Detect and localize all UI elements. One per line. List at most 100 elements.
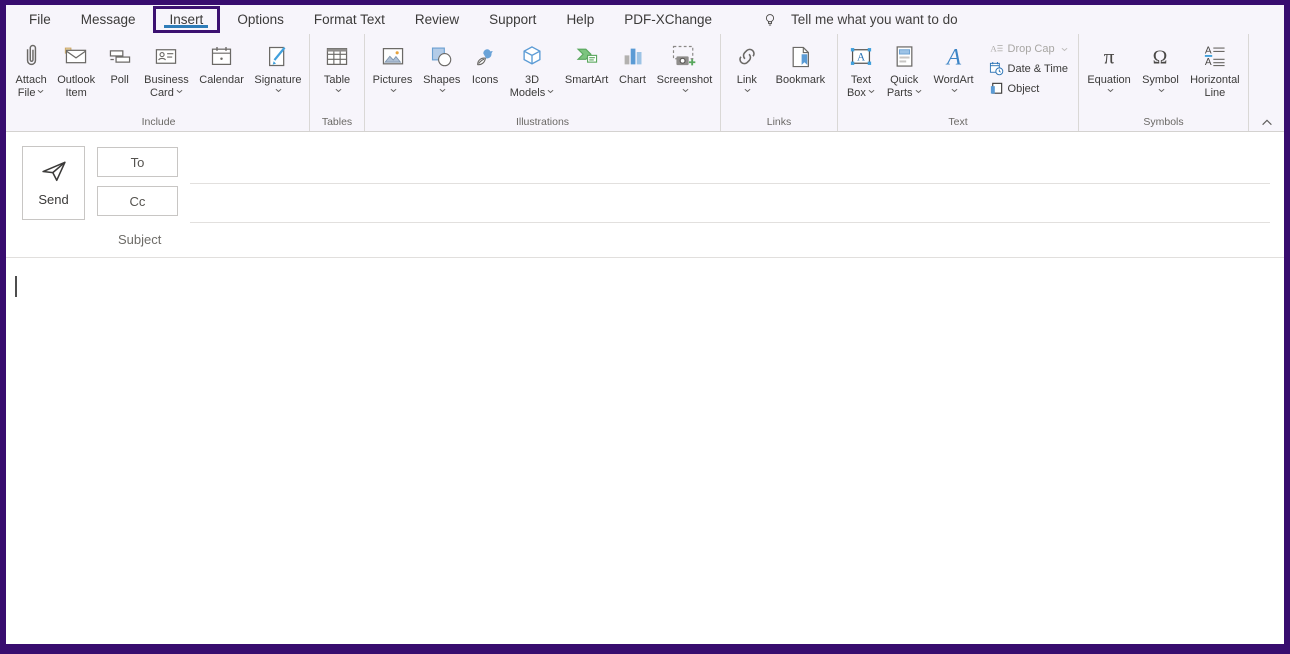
chevron-down-icon (1158, 88, 1165, 93)
to-button[interactable]: To (97, 147, 178, 177)
screenshot-icon (669, 39, 699, 74)
tab-insert-highlight-box: Insert (153, 6, 221, 33)
cc-field[interactable] (190, 222, 1270, 223)
drop-cap-button[interactable]: A Drop Cap (989, 42, 1069, 56)
outlook-compose-window: File Message Insert Options Format Text … (0, 0, 1290, 654)
tab-help[interactable]: Help (551, 5, 609, 34)
group-label-symbols: Symbols (1079, 116, 1248, 131)
chevron-down-icon (682, 88, 689, 93)
ribbon-group-symbols: π Equation Ω Symbol AA Horizontal (1079, 34, 1249, 131)
group-label-text: Text (838, 116, 1078, 131)
calendar-button[interactable]: Calendar (196, 37, 247, 89)
collapse-ribbon-button[interactable] (1260, 118, 1274, 127)
signature-icon (264, 39, 291, 74)
quick-parts-button[interactable]: Quick Parts (884, 37, 925, 102)
group-label-include: Include (8, 116, 309, 131)
chevron-down-icon (439, 88, 446, 93)
date-time-icon (989, 61, 1004, 76)
send-button[interactable]: Send (22, 146, 85, 220)
tell-me-label: Tell me what you want to do (791, 12, 958, 27)
date-time-button[interactable]: Date & Time (989, 61, 1069, 76)
cc-button[interactable]: Cc (97, 186, 178, 216)
text-cursor (15, 276, 17, 297)
business-card-icon (152, 39, 180, 74)
shapes-button[interactable]: Shapes (420, 37, 463, 95)
to-field[interactable] (190, 183, 1270, 184)
tab-pdf-xchange[interactable]: PDF-XChange (609, 5, 727, 34)
subject-label: Subject (118, 232, 161, 247)
pictures-icon (379, 39, 407, 74)
bookmark-icon (787, 39, 814, 74)
business-card-button[interactable]: Business Card (141, 37, 192, 102)
calendar-icon (208, 39, 235, 74)
lightbulb-icon (761, 10, 779, 30)
message-header-area: Send To Cc Subject (6, 132, 1284, 258)
icons-button[interactable]: Icons (468, 37, 502, 89)
tab-review[interactable]: Review (400, 5, 474, 34)
tab-file[interactable]: File (14, 5, 66, 34)
table-button[interactable]: Table (320, 37, 354, 95)
ribbon-group-include: Attach File Outlook Item Poll (8, 34, 310, 131)
equation-icon: π (1095, 39, 1123, 74)
insert-ribbon: Attach File Outlook Item Poll (6, 34, 1284, 132)
bookmark-button[interactable]: Bookmark (773, 37, 829, 89)
ribbon-group-text: A Text Box Quick Parts A WordArt (838, 34, 1079, 131)
signature-button[interactable]: Signature (251, 37, 304, 95)
object-button[interactable]: Object (989, 81, 1069, 96)
chevron-down-icon (1107, 88, 1114, 93)
symbol-button[interactable]: Ω Symbol (1139, 37, 1182, 95)
chart-icon (619, 39, 646, 74)
smartart-icon (573, 39, 601, 74)
tab-support[interactable]: Support (474, 5, 551, 34)
link-button[interactable]: Link (730, 37, 764, 95)
tab-options[interactable]: Options (222, 5, 299, 34)
object-icon (989, 81, 1004, 96)
text-box-button[interactable]: A Text Box (844, 37, 878, 102)
chevron-down-icon (176, 89, 183, 94)
horizontal-line-button[interactable]: AA Horizontal Line (1187, 37, 1243, 102)
paperclip-icon (18, 39, 45, 74)
shapes-icon (428, 39, 455, 74)
tell-me-box[interactable]: Tell me what you want to do (761, 5, 958, 34)
group-label-illustrations: Illustrations (365, 116, 720, 131)
chevron-down-icon (390, 88, 397, 93)
outlook-item-icon (62, 39, 90, 74)
chevron-down-icon (547, 89, 554, 94)
ribbon-tab-bar: File Message Insert Options Format Text … (6, 5, 1284, 34)
attach-file-button[interactable]: Attach File (13, 37, 50, 102)
chart-button[interactable]: Chart (616, 37, 649, 89)
icons-icon (471, 39, 499, 74)
link-icon (733, 39, 761, 74)
3d-models-button[interactable]: 3D Models (507, 37, 557, 102)
pictures-button[interactable]: Pictures (370, 37, 416, 95)
ribbon-group-links: Link Bookmark Links (721, 34, 838, 131)
tab-message[interactable]: Message (66, 5, 151, 34)
group-label-tables: Tables (310, 116, 364, 131)
symbol-icon: Ω (1146, 39, 1174, 74)
active-tab-underline (164, 25, 208, 28)
wordart-button[interactable]: A WordArt (930, 37, 976, 95)
drop-cap-icon: A (989, 42, 1004, 56)
tab-format-text[interactable]: Format Text (299, 5, 400, 34)
chevron-down-icon (951, 88, 958, 93)
text-box-icon: A (847, 39, 875, 74)
screenshot-button[interactable]: Screenshot (654, 37, 716, 95)
outlook-item-button[interactable]: Outlook Item (54, 37, 98, 102)
chevron-down-icon (37, 89, 44, 94)
poll-icon (106, 39, 134, 74)
smartart-button[interactable]: SmartArt (562, 37, 611, 89)
wordart-icon: A (940, 39, 968, 74)
text-group-small-buttons: A Drop Cap Date & Time (983, 37, 1073, 96)
group-label-links: Links (721, 116, 837, 131)
message-body[interactable] (6, 258, 1284, 644)
svg-text:A: A (857, 52, 866, 64)
ribbon-group-tables: Table Tables (310, 34, 365, 131)
svg-text:A: A (1205, 57, 1212, 68)
svg-text:π: π (1104, 44, 1115, 68)
equation-button[interactable]: π Equation (1084, 37, 1133, 95)
poll-button[interactable]: Poll (103, 37, 137, 89)
3d-models-icon (518, 39, 546, 74)
horizontal-line-icon: AA (1201, 39, 1229, 74)
svg-text:A: A (944, 44, 961, 70)
table-icon (323, 39, 351, 74)
